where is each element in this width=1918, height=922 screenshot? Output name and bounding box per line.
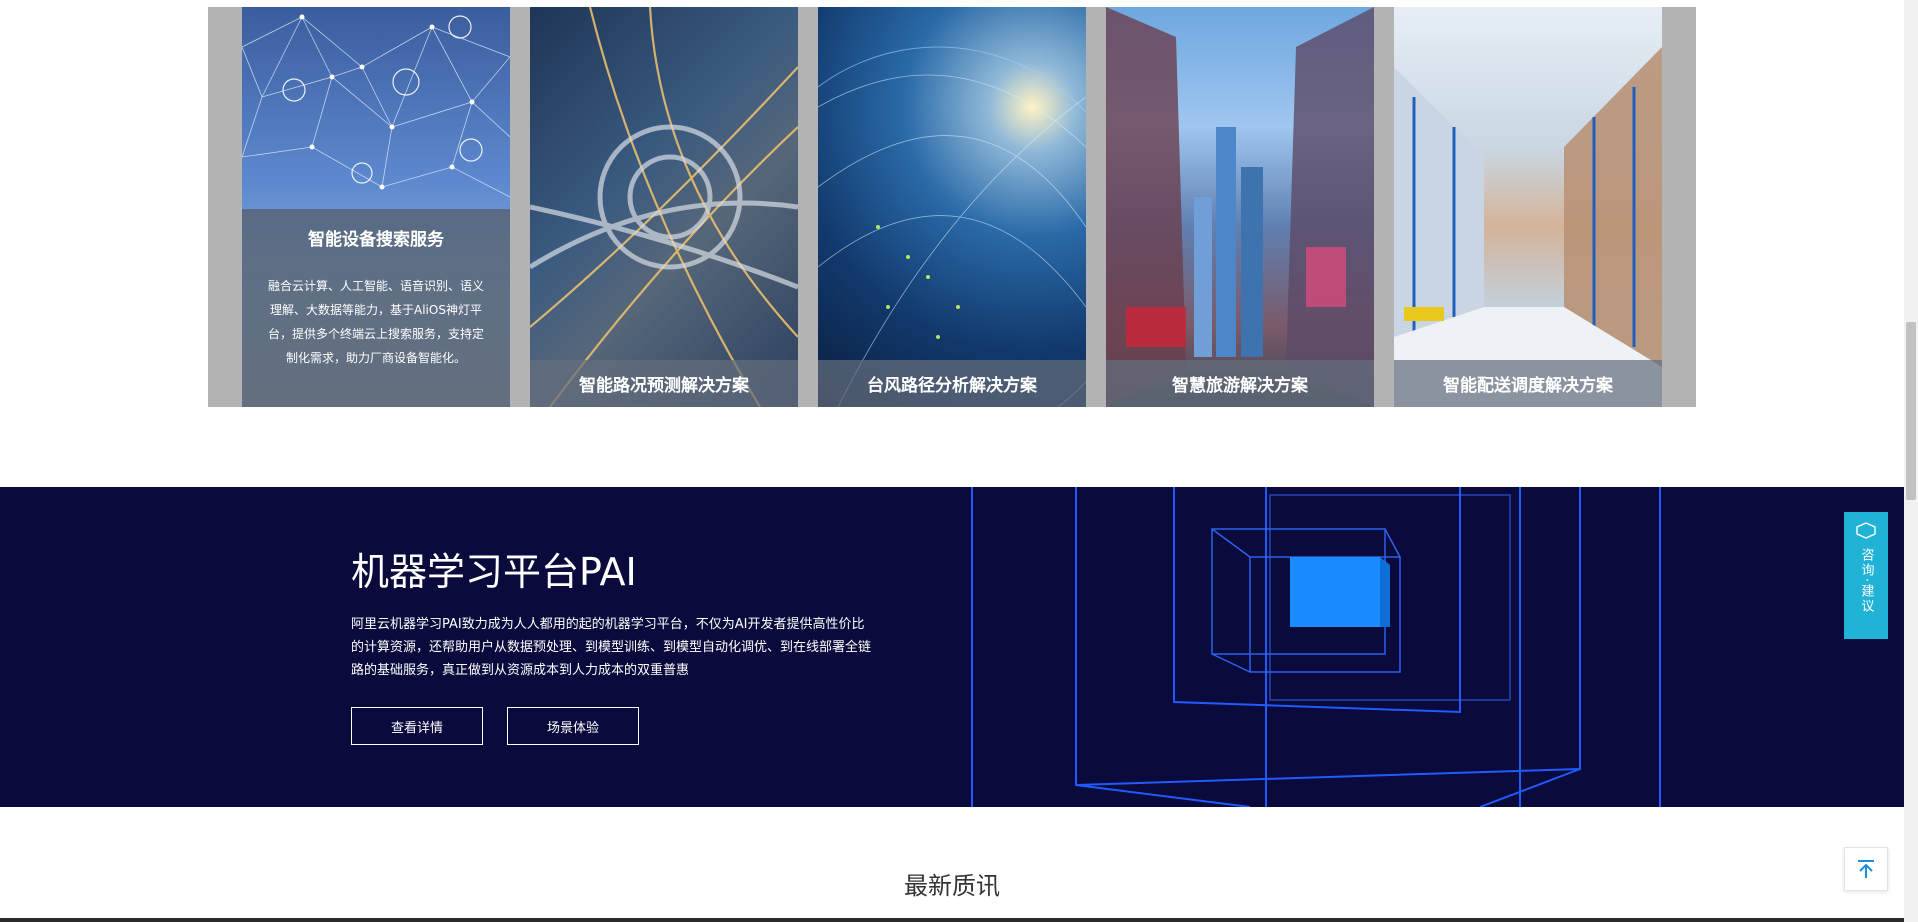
highway-image xyxy=(530,7,798,407)
pai-banner: 机器学习平台PAI 阿里云机器学习PAI致力成为人人都用的起的机器学习平台，不仅… xyxy=(0,487,1904,807)
cube-wireframe-illustration xyxy=(971,487,1661,807)
solution-card-delivery[interactable]: 智能配送调度解决方案 xyxy=(1394,7,1662,407)
city-street-image xyxy=(1106,7,1374,407)
card-title: 智能路况预测解决方案 xyxy=(530,360,798,407)
scrollbar-thumb[interactable] xyxy=(1906,322,1916,500)
solution-card-tourism[interactable]: 智慧旅游解决方案 xyxy=(1106,7,1374,407)
pai-description: 阿里云机器学习PAI致力成为人人都用的起的机器学习平台，不仅为AI开发者提供高性… xyxy=(351,617,872,678)
solution-card-device-search[interactable]: 智能设备搜索服务 融合云计算、人工智能、语音识别、语义理解、大数据等能力，基于A… xyxy=(242,7,510,407)
scenario-experience-button[interactable]: 场景体验 xyxy=(507,707,639,745)
consult-label: 咨询·建议 xyxy=(1858,548,1874,615)
news-section-title: 最新质讯 xyxy=(904,872,1000,900)
view-details-button[interactable]: 查看详情 xyxy=(351,707,483,745)
pai-title: 机器学习平台PAI xyxy=(351,550,637,594)
back-to-top-button[interactable] xyxy=(1844,847,1888,891)
card-title: 台风路径分析解决方案 xyxy=(818,360,1086,407)
card-detail-overlay: 智能设备搜索服务 融合云计算、人工智能、语音识别、语义理解、大数据等能力，基于A… xyxy=(242,209,510,407)
card-title: 智慧旅游解决方案 xyxy=(1106,360,1374,407)
globe-image xyxy=(818,46,1086,407)
card-description: 融合云计算、人工智能、语音识别、语义理解、大数据等能力，基于AliOS神灯平台，… xyxy=(267,279,484,365)
solution-card-traffic[interactable]: 智能路况预测解决方案 xyxy=(530,7,798,407)
page: 智能设备搜索服务 融合云计算、人工智能、语音识别、语义理解、大数据等能力，基于A… xyxy=(0,0,1918,922)
arrow-up-icon xyxy=(1858,860,1874,878)
bottom-divider xyxy=(0,918,1904,922)
chat-bubble-icon xyxy=(1856,522,1876,539)
consult-suggestion-widget[interactable]: 咨询·建议 xyxy=(1844,512,1888,639)
card-title: 智能设备搜索服务 xyxy=(308,230,444,250)
card-title: 智能配送调度解决方案 xyxy=(1394,360,1662,407)
warehouse-image xyxy=(1394,47,1662,407)
solution-card-typhoon[interactable]: 台风路径分析解决方案 xyxy=(818,7,1086,407)
